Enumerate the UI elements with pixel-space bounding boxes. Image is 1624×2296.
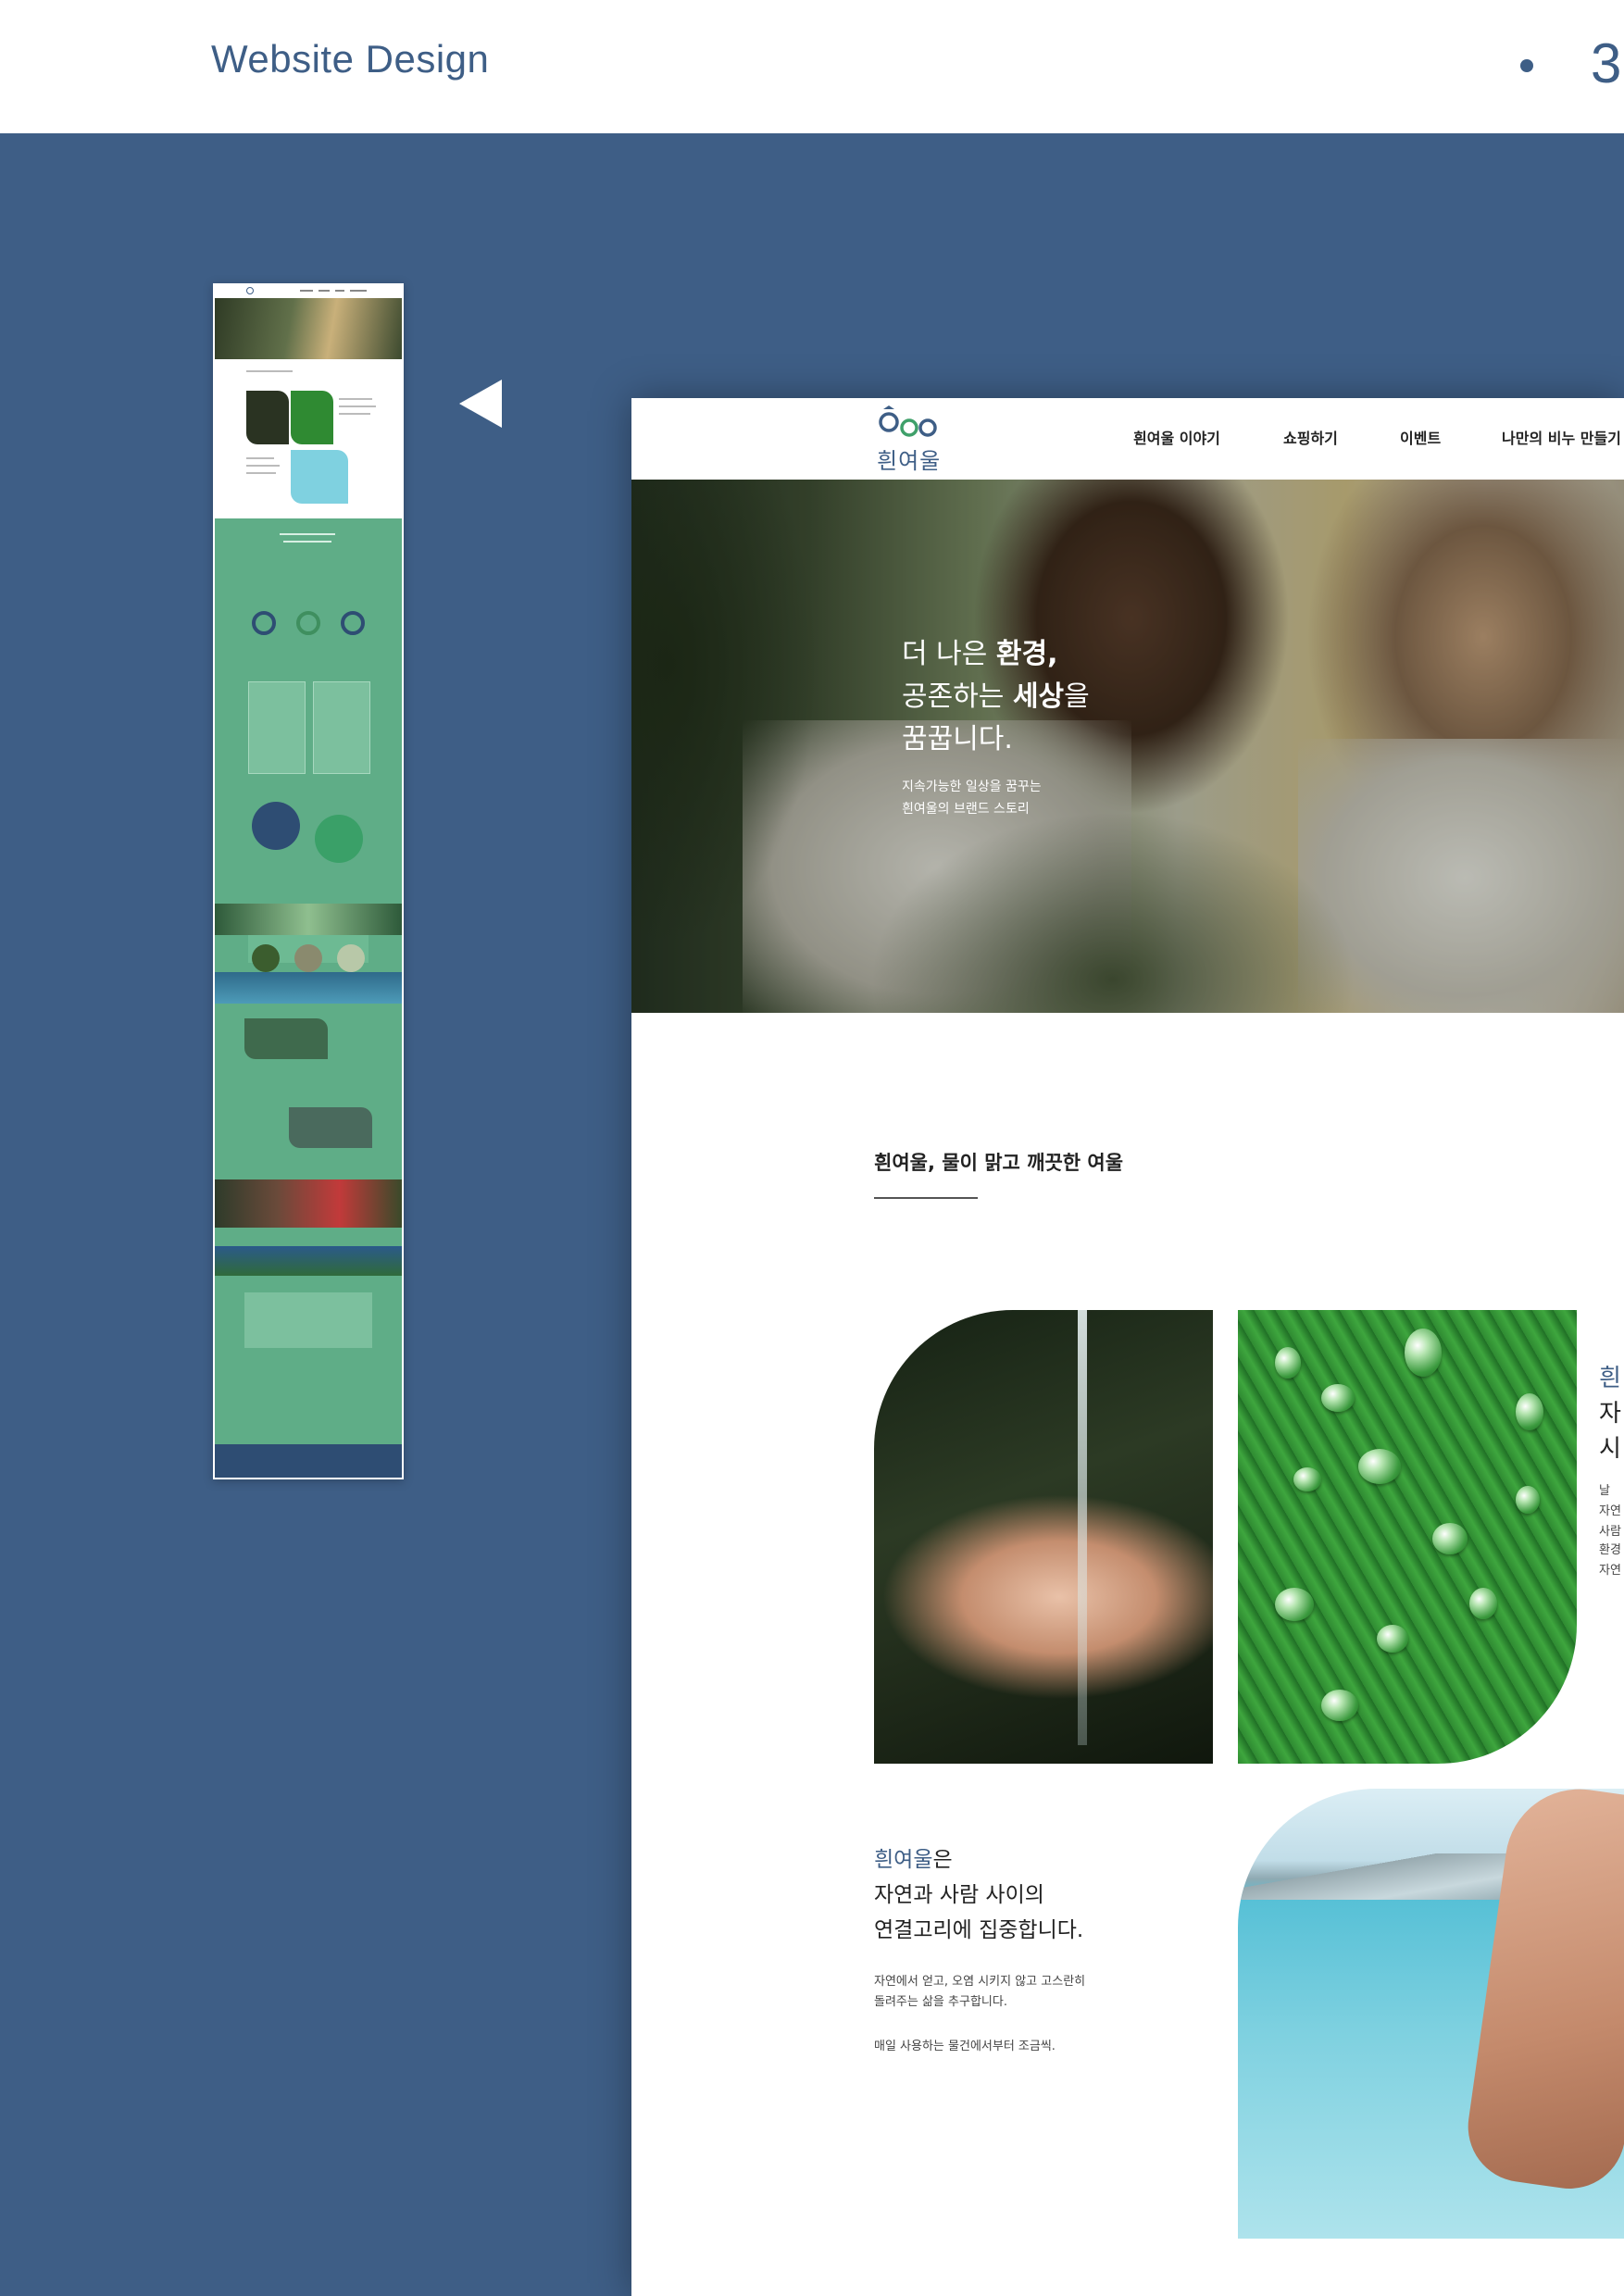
side-text-partial: 환경 자연 — [1599, 1543, 1621, 1578]
story-paragraph: 자연에서 얻고, 오염 시키지 않고 고스란히 돌려주는 삶을 추구합니다. — [874, 1975, 1086, 2009]
site-navigation: 흰여울 흰여울 이야기 쇼핑하기 이벤트 나만의 비누 만들기 — [631, 398, 1624, 480]
hands-water-image — [874, 1310, 1213, 1764]
thumb-leaf-image — [291, 391, 333, 444]
arrow-left-icon[interactable] — [459, 380, 502, 428]
hand-touching-water-image — [1238, 1789, 1624, 2239]
leaf-dew-image — [1238, 1310, 1577, 1764]
thumb-logo-card — [248, 681, 306, 774]
thumb-footer — [215, 1444, 402, 1478]
intro-title: 흰여울, 물이 맑고 깨끗한 여울 — [874, 1152, 1124, 1174]
divider — [874, 1197, 978, 1199]
nav-item-make-soap[interactable]: 나만의 비누 만들기 — [1502, 426, 1621, 448]
thumb-logo-card — [313, 681, 370, 774]
hero-headline: 더 나은 환경, 공존하는 세상을 꿈꿉니다. — [902, 638, 1090, 755]
top-header: Website Design 3 — [0, 0, 1624, 133]
story-paragraph: 매일 사용하는 물건에서부터 조금씩. — [874, 2040, 1056, 2053]
thumb-hero-image — [215, 298, 402, 359]
brand-name: 흰여울 — [877, 448, 942, 474]
side-text-partial: 날 자연 사람 — [1599, 1484, 1621, 1539]
nav-item-event[interactable]: 이벤트 — [1400, 426, 1441, 448]
website-preview: 흰여울 흰여울 이야기 쇼핑하기 이벤트 나만의 비누 만들기 더 나은 환경,… — [631, 398, 1624, 2296]
nav-item-brand-story[interactable]: 흰여울 이야기 — [1133, 426, 1220, 448]
thumb-water-image — [291, 450, 348, 504]
side-heading-partial: 흰 자 시 — [1599, 1365, 1621, 1463]
nav-item-shopping[interactable]: 쇼핑하기 — [1283, 426, 1338, 448]
thumb-green-sections — [215, 518, 402, 1444]
page-indicator-dot — [1520, 59, 1533, 72]
hero-banner: 더 나은 환경, 공존하는 세상을 꿈꿉니다. 지속가능한 일상을 꿈꾸는 흰여… — [631, 480, 1624, 1013]
thumb-logo-icon — [246, 287, 254, 294]
full-page-thumbnail[interactable] — [213, 283, 404, 1479]
story-heading: 흰여울은 자연과 사람 사이의 연결고리에 집중합니다. — [874, 1848, 1084, 1942]
thumb-intro-section — [215, 359, 402, 518]
hero-subtitle: 지속가능한 일상을 꿈꾸는 흰여울의 브랜드 스토리 — [902, 780, 1042, 817]
page-number: 3 — [1591, 32, 1622, 94]
section-title: Website Design — [211, 37, 490, 81]
thumb-hands-image — [246, 391, 289, 444]
thumb-nav — [215, 285, 402, 298]
